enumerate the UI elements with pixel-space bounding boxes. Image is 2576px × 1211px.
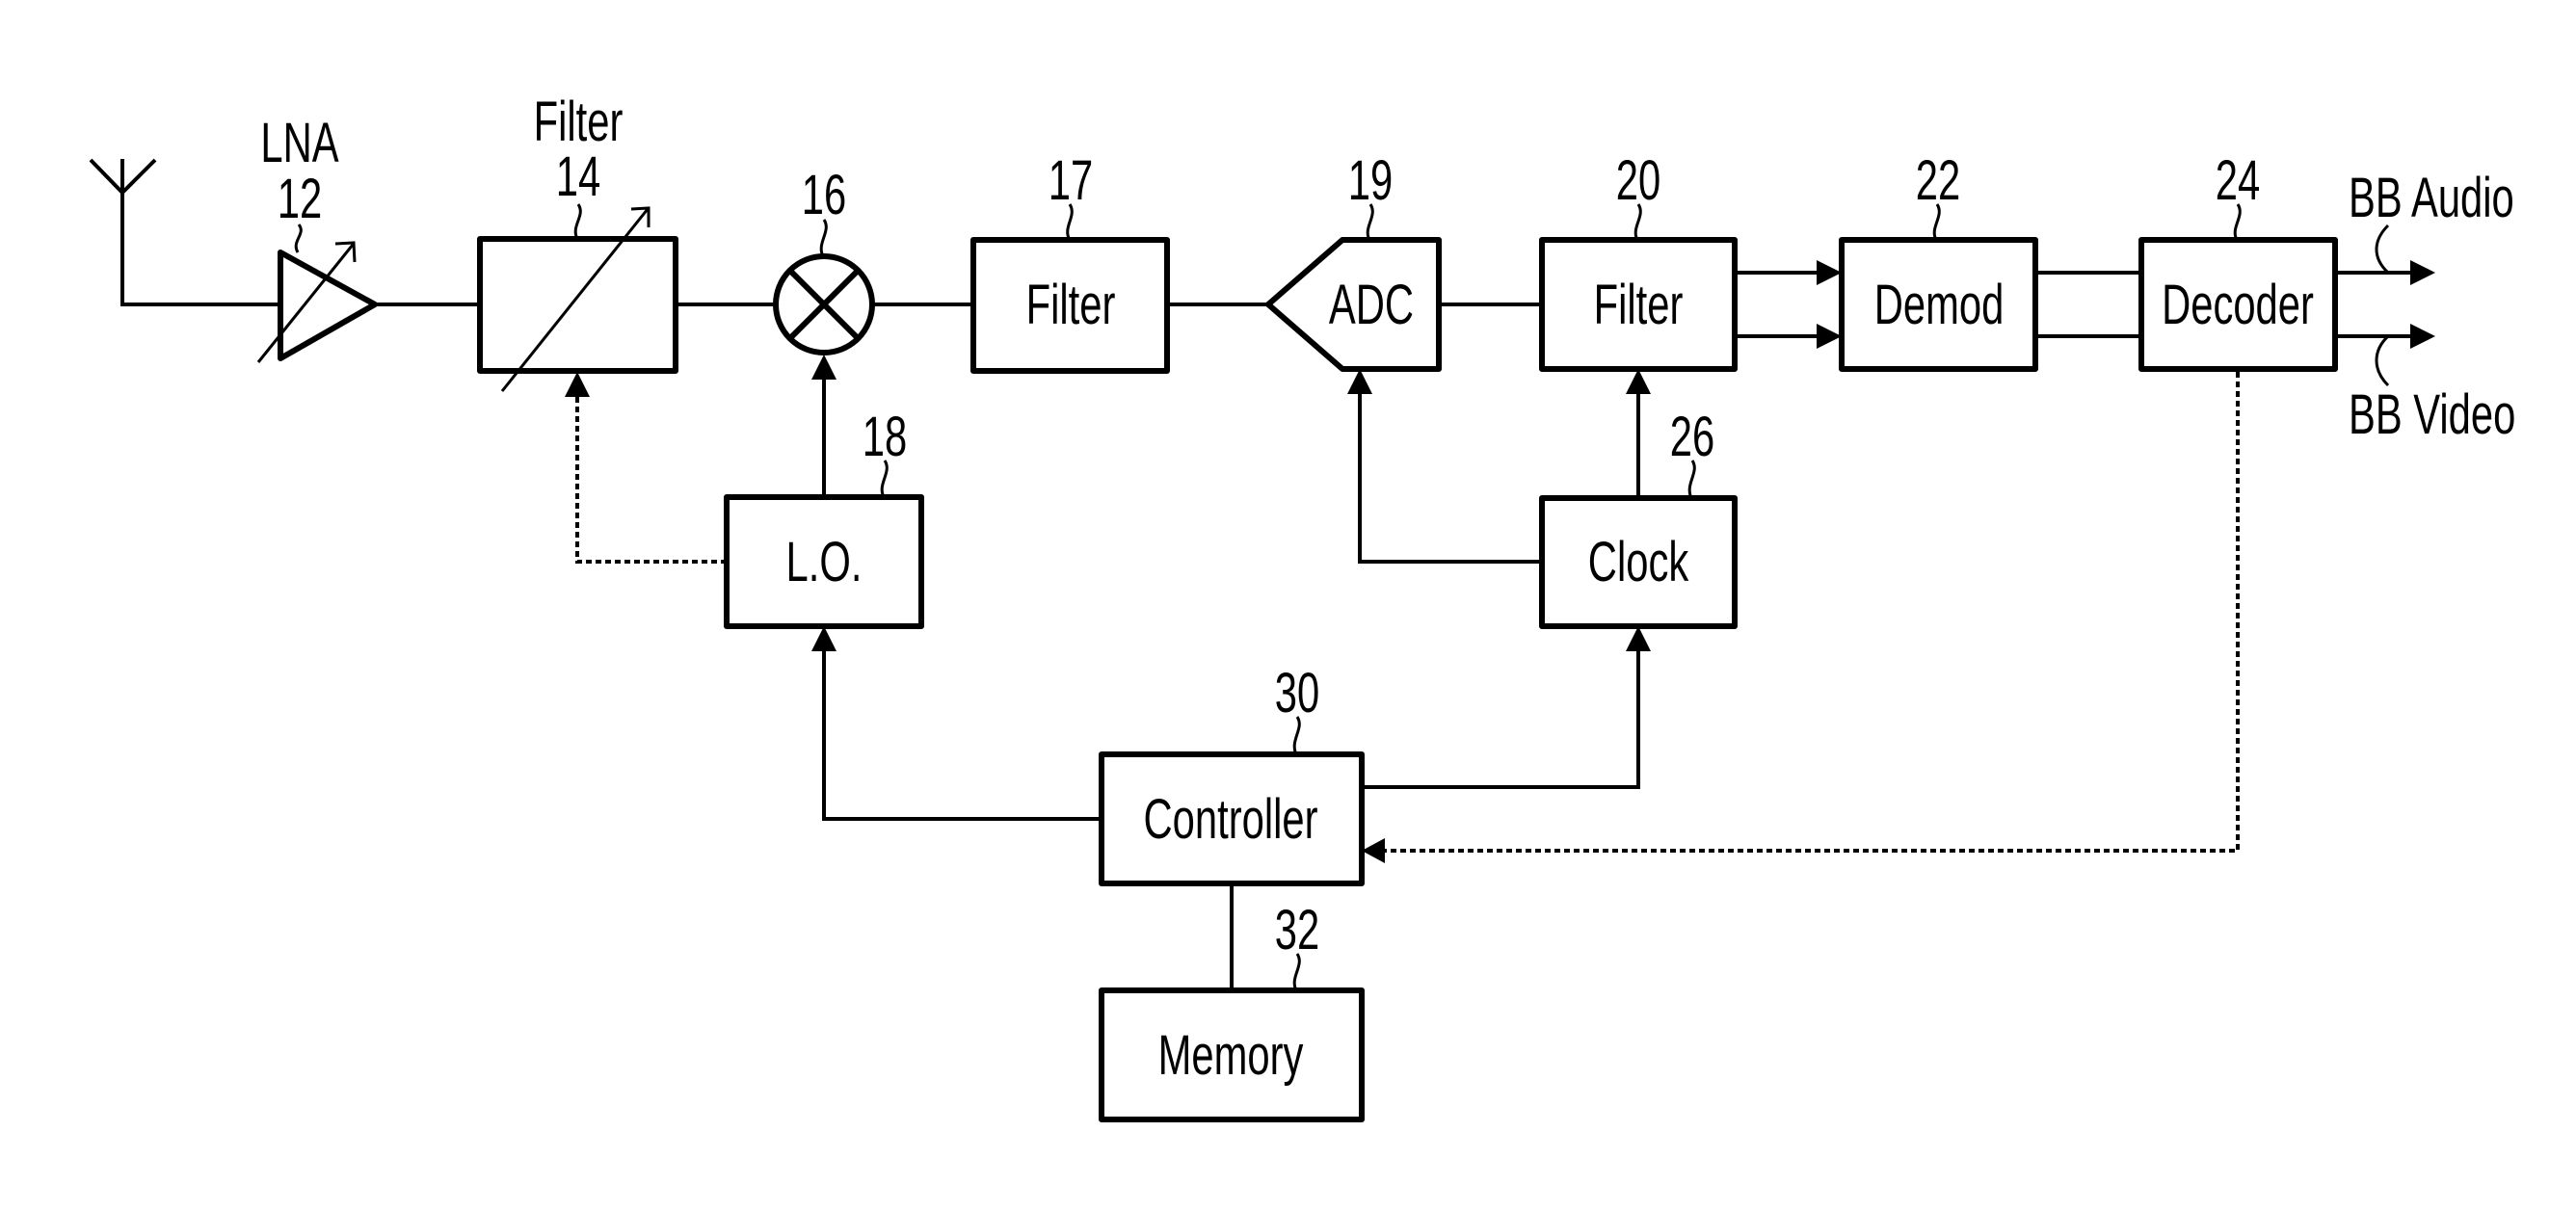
memory-label: Memory (1158, 1023, 1304, 1086)
arrowhead-audio-out (2410, 260, 2435, 285)
clock-ref: 26 (1670, 405, 1714, 467)
arrowhead-controller-clock (1626, 626, 1651, 651)
arrowhead-decoder-controller (1362, 838, 1385, 863)
video-leader (2375, 334, 2390, 387)
block-diagram: LNA 12 Filter 14 16 Filter 17 ADC 19 Fil… (89, 90, 2515, 1122)
lna-ref: 12 (278, 167, 322, 229)
wire-controller-clock (1362, 649, 1640, 789)
mixer-block: 16 (773, 163, 875, 355)
filter14-ref: 14 (556, 145, 600, 207)
filter14-ref-leader (573, 203, 582, 240)
output-video-label: BB Video (2349, 382, 2515, 445)
adc-ref: 19 (1348, 148, 1393, 211)
filter17-block: Filter 17 (970, 148, 1170, 374)
arrowhead-clock-filter20 (1626, 369, 1651, 394)
control-wires (575, 372, 2240, 990)
mixer-ref: 16 (802, 163, 846, 225)
filter20-block: Filter 20 (1539, 148, 1738, 372)
filter20-ref: 20 (1616, 148, 1660, 211)
wire-decoder-controller (1385, 372, 2240, 853)
demod-block: Demod 22 (1839, 148, 2038, 372)
clock-label: Clock (1588, 530, 1689, 592)
decoder-ref: 24 (2216, 148, 2260, 211)
controller-ref: 30 (1275, 661, 1319, 724)
wire-controller-lo (822, 649, 1102, 821)
filter14-block: Filter 14 (477, 90, 678, 392)
wire-clock-adc (1358, 392, 1542, 564)
arrowhead-filter20-demod-top (1817, 260, 1842, 285)
decoder-block: Decoder 24 (2138, 148, 2338, 372)
lna-name: LNA (260, 111, 338, 173)
controller-label: Controller (1144, 787, 1318, 850)
wire-lo-filter14 (575, 395, 727, 564)
lna-amplifier-icon (278, 250, 378, 361)
filter14-name: Filter (534, 90, 624, 152)
arrowhead-clock-adc (1347, 369, 1372, 394)
controller-block: Controller 30 (1099, 661, 1365, 886)
arrowhead-lo-mixer (811, 355, 837, 380)
memory-ref: 32 (1275, 898, 1319, 961)
demod-label: Demod (1874, 273, 2005, 335)
arrowhead-video-out (2410, 324, 2435, 349)
adc-label: ADC (1329, 273, 1414, 335)
filter17-label: Filter (1026, 273, 1116, 335)
decoder-label: Decoder (2162, 273, 2314, 335)
filter17-ref: 17 (1049, 148, 1093, 211)
arrowhead-lo-filter14 (565, 372, 590, 397)
filter20-label: Filter (1594, 273, 1684, 335)
arrowhead-controller-lo (811, 626, 837, 651)
lna-block: LNA 12 (256, 111, 378, 363)
audio-leader (2375, 224, 2390, 275)
outputs: BB Audio BB Video (2349, 166, 2515, 445)
filter14-box (477, 236, 678, 374)
lo-label: L.O. (786, 530, 863, 592)
antenna-icon (89, 158, 157, 306)
lo-ref: 18 (863, 405, 907, 467)
adc-block: ADC 19 (1265, 148, 1442, 372)
output-audio-label: BB Audio (2349, 166, 2514, 228)
demod-ref: 22 (1916, 148, 1960, 211)
arrowhead-filter20-demod-bottom (1817, 324, 1842, 349)
